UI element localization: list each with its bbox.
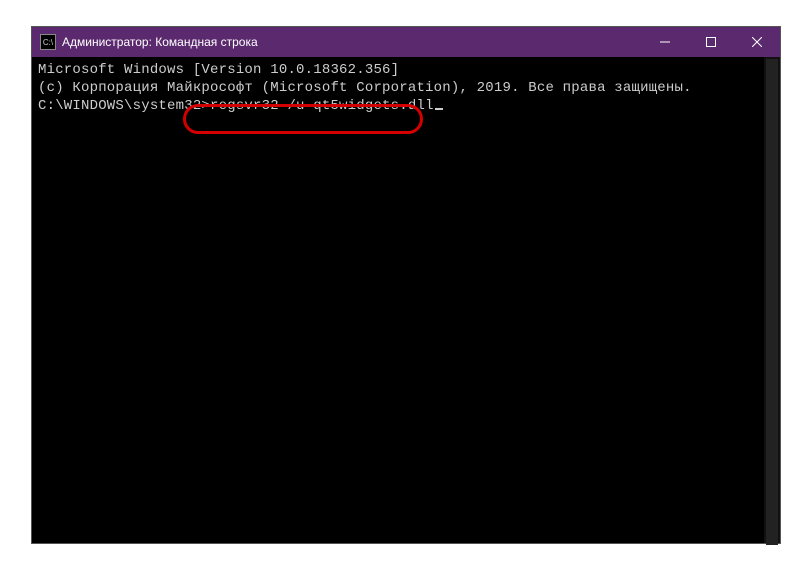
close-button[interactable] xyxy=(734,27,780,57)
console-area[interactable]: Microsoft Windows [Version 10.0.18362.35… xyxy=(32,57,780,543)
scrollbar[interactable] xyxy=(764,57,780,543)
cmd-icon: C:\ xyxy=(40,34,56,50)
minimize-icon xyxy=(660,37,670,47)
maximize-icon xyxy=(706,37,716,47)
minimize-button[interactable] xyxy=(642,27,688,57)
window-title: Администратор: Командная строка xyxy=(62,35,258,49)
prompt: C:\WINDOWS\system32> xyxy=(38,98,210,114)
prompt-line: C:\WINDOWS\system32>regsvr32 /u qt5widge… xyxy=(38,97,774,115)
command-input[interactable]: regsvr32 /u qt5widgets.dll xyxy=(210,98,434,114)
console-line: Microsoft Windows [Version 10.0.18362.35… xyxy=(38,61,774,79)
console-line: (c) Корпорация Майкрософт (Microsoft Cor… xyxy=(38,79,774,97)
scrollbar-thumb[interactable] xyxy=(766,59,778,545)
maximize-button[interactable] xyxy=(688,27,734,57)
titlebar[interactable]: C:\ Администратор: Командная строка xyxy=(32,27,780,57)
text-cursor xyxy=(435,108,443,110)
close-icon xyxy=(752,37,762,47)
command-prompt-window: C:\ Администратор: Командная строка Micr… xyxy=(31,26,781,544)
